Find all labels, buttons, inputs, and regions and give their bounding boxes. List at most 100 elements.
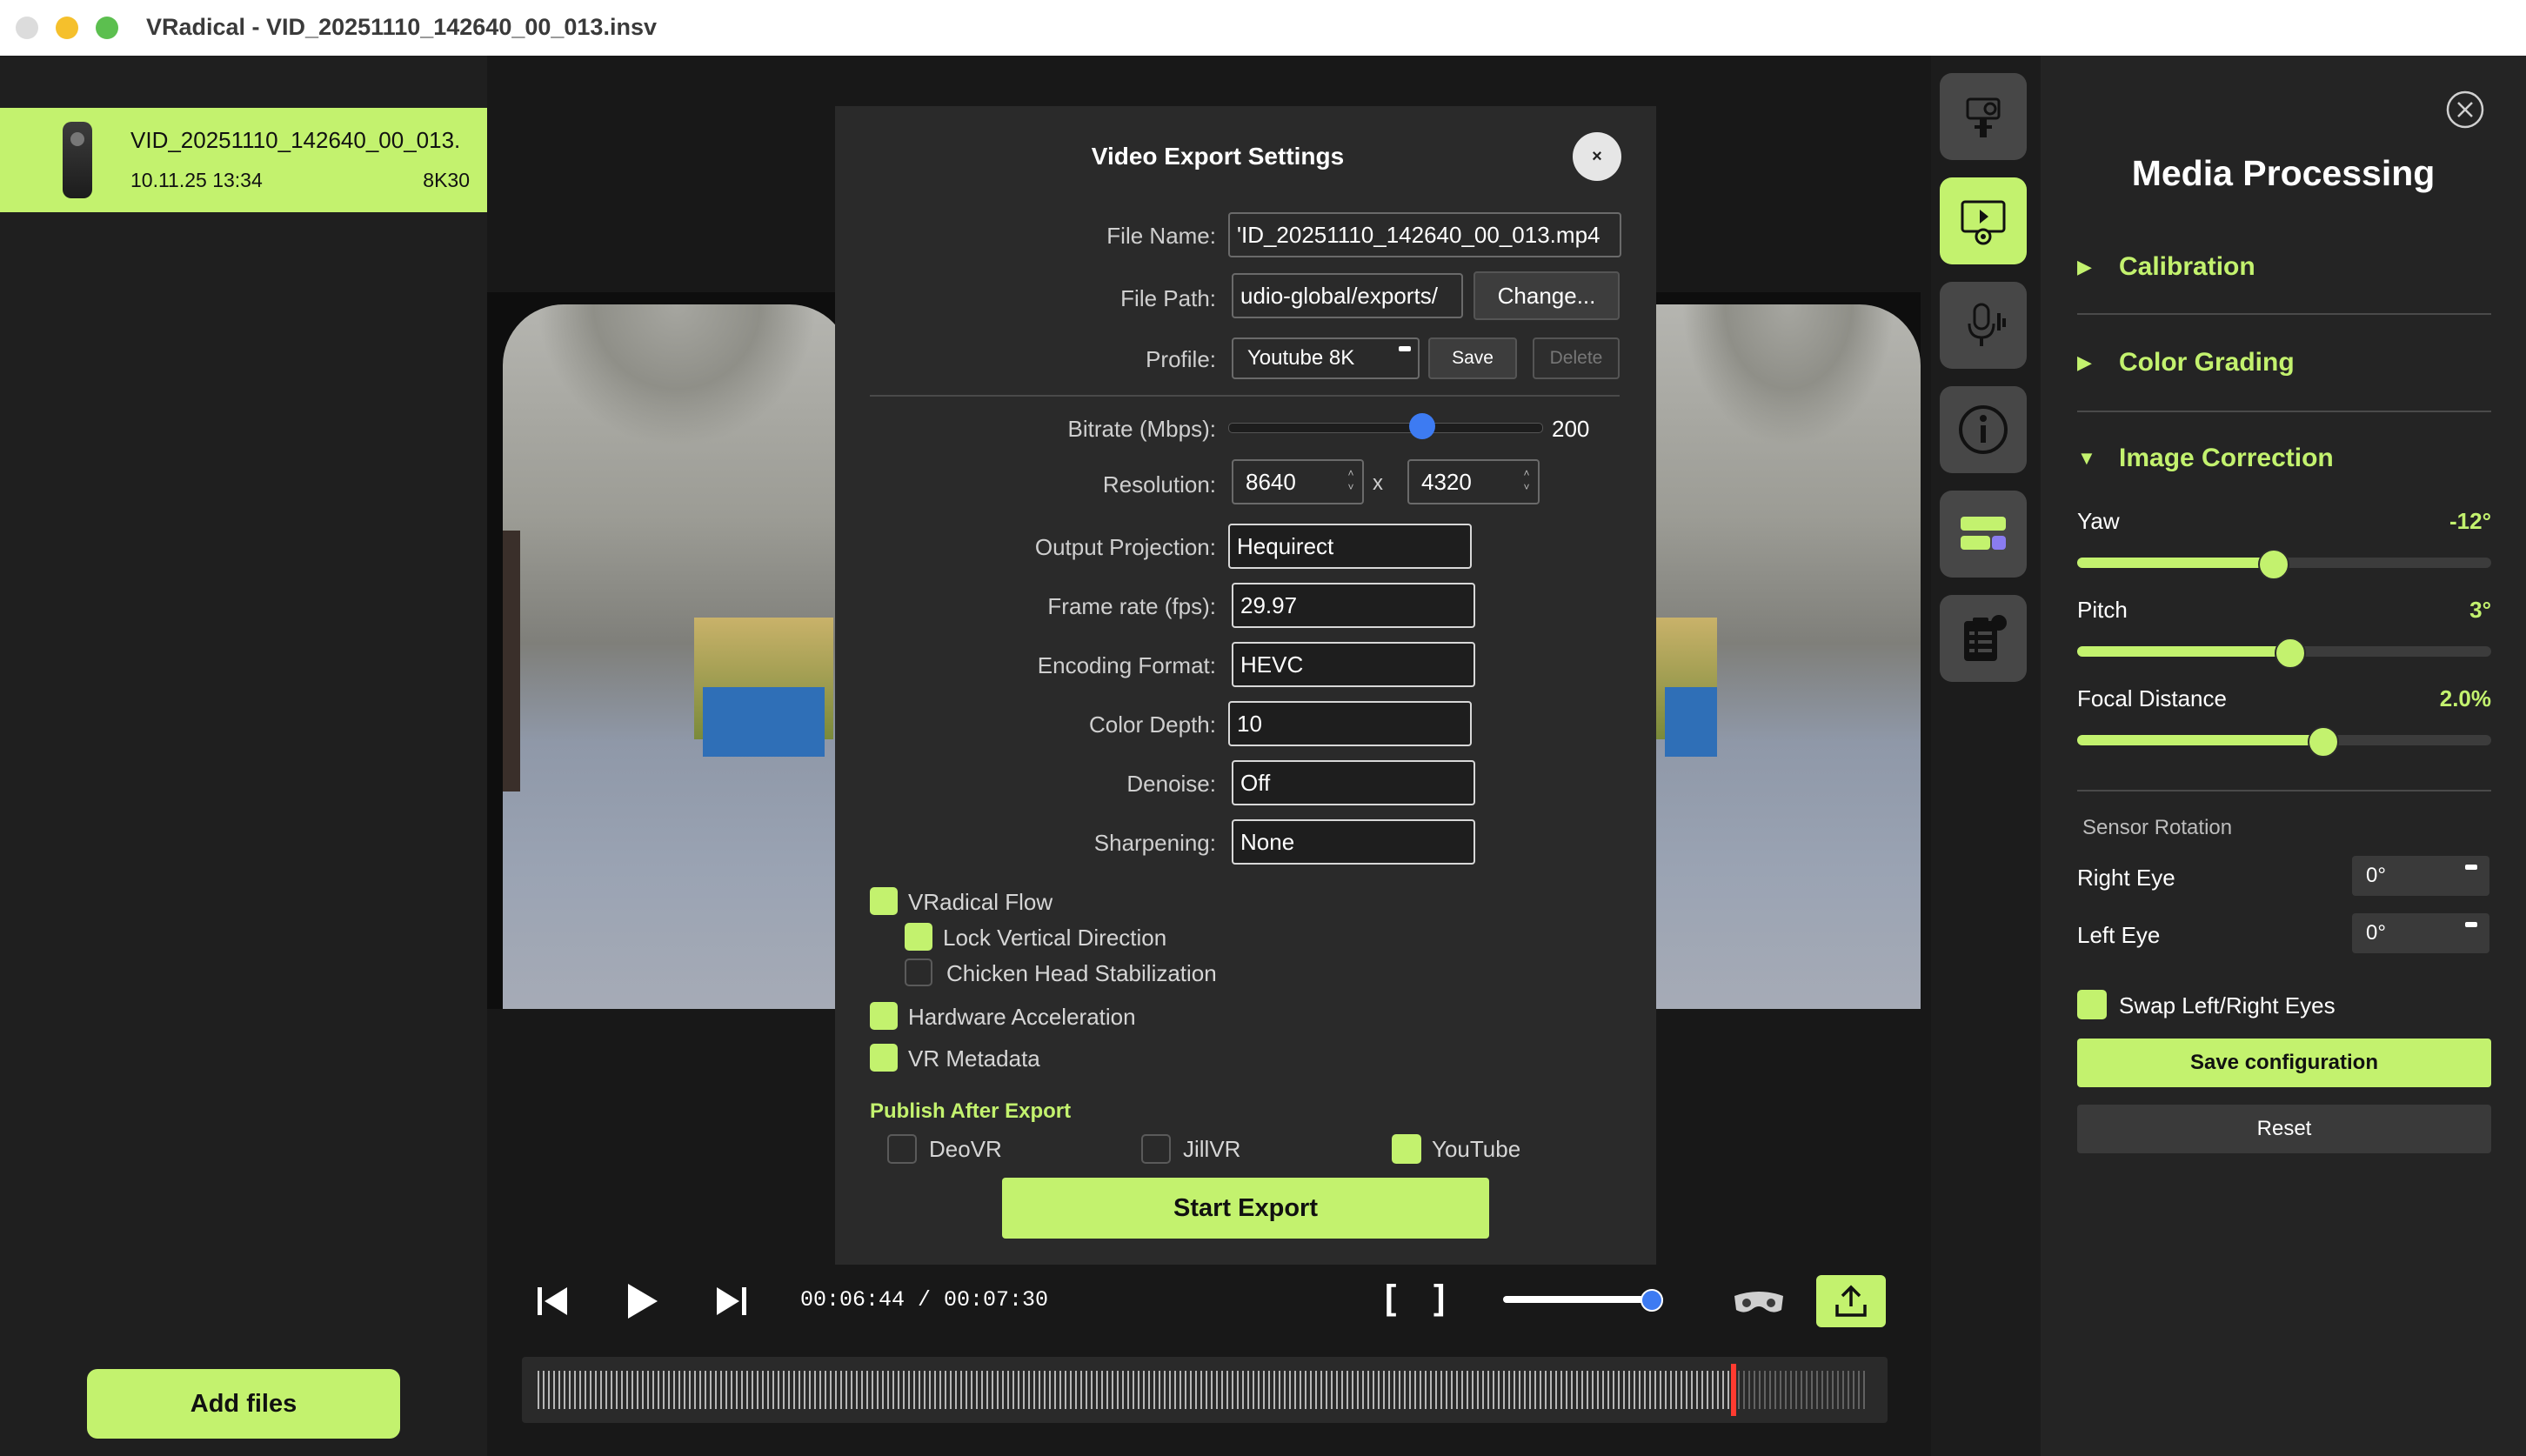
- yaw-value: -12°: [2449, 508, 2491, 534]
- sharpening-select[interactable]: None: [1232, 819, 1475, 865]
- bitrate-slider[interactable]: [1228, 423, 1543, 433]
- right-eye-value: 0°: [2366, 864, 2386, 887]
- volume-slider[interactable]: [1503, 1296, 1663, 1303]
- media-processing-pane: [2041, 56, 2526, 1456]
- clipboard-icon: [1964, 615, 2007, 661]
- bitrate-slider-knob[interactable]: [1409, 413, 1436, 439]
- file-date: 10.11.25 13:34: [130, 169, 263, 191]
- dialog-title: Video Export Settings: [1091, 143, 1345, 170]
- bitrate-label: Bitrate (Mbps):: [1067, 416, 1217, 442]
- publish-after-export-title: Publish After Export: [870, 1099, 1072, 1123]
- pitch-value: 3°: [2469, 597, 2491, 623]
- resolution-height-input[interactable]: 4320 ˄ ˅: [1407, 459, 1540, 504]
- minimize-window-button[interactable]: [56, 17, 78, 39]
- media-processing-tool-button[interactable]: [1940, 177, 2027, 264]
- resolution-width-input[interactable]: 8640 ˄ ˅: [1232, 459, 1364, 504]
- section-image-correction[interactable]: Image Correction: [2119, 444, 2334, 473]
- save-profile-button[interactable]: Save: [1428, 337, 1517, 379]
- export-upload-icon: [1835, 1285, 1867, 1317]
- output-projection-select[interactable]: Hequirect: [1228, 524, 1472, 569]
- profile-select[interactable]: Youtube 8K: [1232, 337, 1420, 379]
- file-list-item[interactable]: VID_20251110_142640_00_013. 10.11.25 13:…: [0, 108, 487, 212]
- play-icon[interactable]: [625, 1282, 659, 1325]
- info-tool-button[interactable]: [1940, 386, 2027, 473]
- focal-distance-slider-knob[interactable]: [2307, 726, 2339, 758]
- stepper-icon[interactable]: ˄ ˅: [1520, 466, 1533, 498]
- timeline-scrubber[interactable]: [522, 1357, 1888, 1423]
- youtube-label: YouTube: [1432, 1136, 1521, 1162]
- deovr-checkbox[interactable]: [887, 1134, 917, 1164]
- right-eye-rotation-select[interactable]: 0°: [2352, 856, 2489, 896]
- stepper-icon[interactable]: ˄ ˅: [1345, 466, 1357, 498]
- yaw-slider-knob[interactable]: [2257, 549, 2289, 580]
- encoding-format-select[interactable]: HEVC: [1232, 642, 1475, 687]
- denoise-select[interactable]: Off: [1232, 760, 1475, 805]
- focal-distance-value: 2.0%: [2439, 685, 2491, 711]
- vr-metadata-checkbox[interactable]: [870, 1044, 898, 1072]
- skip-forward-icon[interactable]: [713, 1284, 748, 1323]
- add-files-button[interactable]: Add files: [87, 1369, 400, 1439]
- playback-time: 00:06:44 / 00:07:30: [800, 1287, 1049, 1312]
- resolution-label: Resolution:: [1102, 471, 1216, 498]
- swap-eyes-label: Swap Left/Right Eyes: [2119, 992, 2336, 1019]
- mark-in-button[interactable]: [: [1385, 1279, 1396, 1318]
- color-depth-label: Color Depth:: [1089, 711, 1216, 738]
- yaw-label: Yaw: [2077, 508, 2120, 534]
- vr-headset-icon[interactable]: [1731, 1287, 1787, 1321]
- pitch-slider[interactable]: [2077, 638, 2491, 669]
- dialog-close-button[interactable]: ×: [1573, 132, 1621, 181]
- file-name-input[interactable]: 'ID_20251110_142640_00_013.mp4: [1228, 212, 1621, 257]
- mark-out-button[interactable]: ]: [1433, 1279, 1445, 1318]
- jillvr-label: JillVR: [1183, 1136, 1241, 1162]
- left-eye-rotation-select[interactable]: 0°: [2352, 913, 2489, 953]
- deovr-label: DeoVR: [929, 1136, 1002, 1162]
- calibration-expand-icon[interactable]: ▶: [2077, 256, 2092, 278]
- youtube-checkbox[interactable]: [1392, 1134, 1421, 1164]
- swap-eyes-checkbox[interactable]: [2077, 990, 2107, 1019]
- right-eye-label: Right Eye: [2077, 865, 2175, 891]
- color-depth-select[interactable]: 10: [1228, 701, 1472, 746]
- hardware-acceleration-label: Hardware Acceleration: [908, 1004, 1136, 1030]
- hardware-acceleration-checkbox[interactable]: [870, 1002, 898, 1030]
- close-window-button[interactable]: [16, 17, 38, 39]
- reset-button[interactable]: Reset: [2077, 1105, 2491, 1153]
- camera-tool-button[interactable]: [1940, 73, 2027, 160]
- focal-distance-slider[interactable]: [2077, 726, 2491, 758]
- vradical-flow-label: VRadical Flow: [908, 889, 1053, 915]
- yaw-slider[interactable]: [2077, 549, 2491, 580]
- zoom-window-button[interactable]: [96, 17, 118, 39]
- profile-value: Youtube 8K: [1247, 346, 1355, 370]
- timeline-playhead[interactable]: [1731, 1364, 1737, 1416]
- delete-profile-button[interactable]: Delete: [1533, 337, 1620, 379]
- tasks-tool-button[interactable]: [1940, 595, 2027, 682]
- pitch-slider-knob[interactable]: [2274, 638, 2306, 669]
- camera-icon: [63, 122, 92, 198]
- focal-distance-label: Focal Distance: [2077, 685, 2227, 711]
- color-grading-expand-icon[interactable]: ▶: [2077, 351, 2092, 374]
- chicken-head-checkbox[interactable]: [905, 958, 932, 986]
- change-path-button[interactable]: Change...: [1474, 271, 1620, 320]
- lock-vertical-checkbox[interactable]: [905, 923, 932, 951]
- jillvr-checkbox[interactable]: [1141, 1134, 1171, 1164]
- window-title: VRadical - VID_20251110_142640_00_013.in…: [146, 14, 657, 40]
- export-upload-button[interactable]: [1816, 1275, 1886, 1327]
- skip-back-icon[interactable]: [536, 1284, 571, 1323]
- left-eye-label: Left Eye: [2077, 922, 2161, 948]
- vradical-flow-checkbox[interactable]: [870, 887, 898, 915]
- image-correction-collapse-icon[interactable]: ▼: [2077, 447, 2096, 470]
- section-calibration[interactable]: Calibration: [2119, 252, 2255, 282]
- divider: [2077, 790, 2491, 791]
- section-color-grading[interactable]: Color Grading: [2119, 348, 2295, 377]
- file-name-label: File Name:: [1106, 223, 1216, 249]
- frame-rate-select[interactable]: 29.97: [1232, 583, 1475, 628]
- close-panel-button[interactable]: [2446, 90, 2484, 129]
- audio-tool-button[interactable]: [1940, 282, 2027, 369]
- file-path-input[interactable]: udio-global/exports/: [1232, 273, 1463, 318]
- save-configuration-button[interactable]: Save configuration: [2077, 1039, 2491, 1087]
- action-camera-icon: [1966, 97, 2001, 137]
- divider: [870, 395, 1620, 397]
- frame-rate-label: Frame rate (fps):: [1047, 593, 1216, 619]
- layout-tool-button[interactable]: [1940, 491, 2027, 578]
- start-export-button[interactable]: Start Export: [1002, 1178, 1489, 1239]
- timeline-ticks: [538, 1371, 1867, 1409]
